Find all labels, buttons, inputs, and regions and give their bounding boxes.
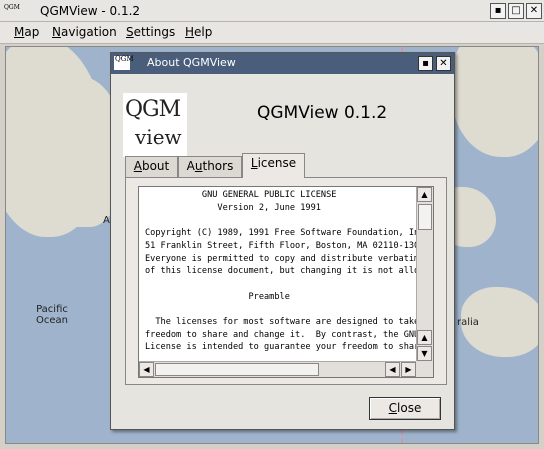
close-button[interactable]: Close	[369, 397, 441, 420]
map-label-partial-left: A	[103, 215, 110, 226]
land-mass-northeast	[451, 47, 538, 157]
scroll-corner	[416, 361, 433, 377]
scroll-up-button-lower[interactable]: ▲	[417, 330, 432, 345]
app-icon: QGM	[4, 3, 22, 19]
scroll-down-button[interactable]: ▼	[417, 346, 432, 361]
app-icon-glyph-1: QGM	[4, 4, 20, 11]
scroll-left-button[interactable]: ◀	[139, 362, 154, 377]
dialog-maximize-button[interactable]: ▪	[418, 56, 433, 71]
dialog-app-icon: QGM	[114, 56, 134, 70]
arrow-right-icon: ▶	[405, 365, 412, 374]
menu-map[interactable]: Map	[14, 25, 39, 39]
dialog-title: About QGMView	[147, 56, 236, 69]
license-tab-pane: GNU GENERAL PUBLIC LICENSE Version 2, Ju…	[125, 177, 447, 385]
scroll-left-button-right[interactable]: ◀	[385, 362, 400, 377]
license-textbox[interactable]: GNU GENERAL PUBLIC LICENSE Version 2, Ju…	[138, 186, 434, 378]
dialog-close-button[interactable]: ✕	[436, 56, 451, 71]
horizontal-scroll-thumb[interactable]	[155, 363, 319, 376]
tab-authors[interactable]: Authors	[178, 156, 242, 177]
tab-about[interactable]: About	[125, 156, 178, 177]
map-label-pacific: Pacific Ocean	[36, 304, 68, 326]
arrow-up-icon: ▲	[421, 190, 428, 199]
close-icon: ✕	[439, 58, 448, 69]
scroll-up-button[interactable]: ▲	[417, 187, 432, 202]
menu-settings[interactable]: Settings	[126, 25, 175, 39]
close-window-button[interactable]: ✕	[526, 3, 542, 19]
minimize-button[interactable]: ▪	[490, 3, 506, 19]
horizontal-scrollbar[interactable]: ◀ ◀ ▶	[139, 361, 417, 377]
arrow-up-icon: ▲	[421, 333, 428, 342]
menubar: Map Navigation Settings Help	[0, 22, 544, 44]
dialog-titlebar: QGM About QGMView ▪ ✕	[111, 53, 454, 74]
about-dialog: QGM About QGMView ▪ ✕ QGM view QGMView 0…	[110, 52, 455, 430]
arrow-left-icon: ◀	[143, 365, 150, 374]
main-titlebar: QGM QGMView - 0.1.2 ▪ □ ✕	[0, 0, 544, 22]
menu-navigation[interactable]: Navigation	[52, 25, 117, 39]
license-text: GNU GENERAL PUBLIC LICENSE Version 2, Ju…	[145, 190, 417, 353]
maximize-icon: ▪	[422, 58, 429, 69]
menu-help[interactable]: Help	[185, 25, 212, 39]
scroll-right-button[interactable]: ▶	[401, 362, 416, 377]
app-version: QGMView 0.1.2	[257, 103, 388, 123]
arrow-down-icon: ▼	[421, 349, 428, 358]
arrow-left-icon: ◀	[389, 365, 396, 374]
vertical-scrollbar[interactable]: ▲ ▲ ▼	[416, 187, 433, 362]
map-label-partial-right: ralia	[457, 317, 479, 328]
close-icon: ✕	[529, 5, 539, 16]
maximize-button[interactable]: □	[508, 3, 524, 19]
window-title: QGMView - 0.1.2	[40, 4, 141, 18]
qgmview-logo: QGM view	[123, 93, 187, 157]
tab-license[interactable]: License	[242, 153, 305, 178]
maximize-icon: □	[511, 5, 521, 16]
minimize-icon: ▪	[494, 5, 502, 16]
vertical-scroll-thumb[interactable]	[418, 204, 432, 230]
